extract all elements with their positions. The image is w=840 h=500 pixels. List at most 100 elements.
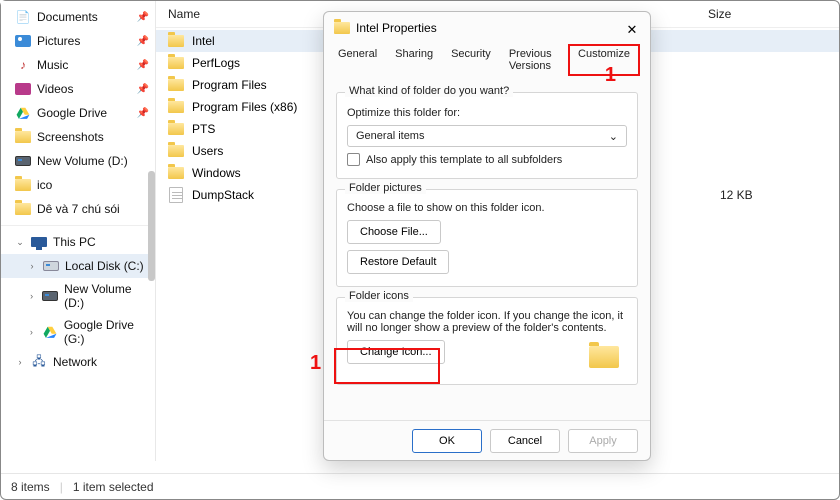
sidebar-item-ico[interactable]: ico xyxy=(1,173,155,197)
column-size[interactable]: Size xyxy=(678,7,798,21)
gdrive-icon xyxy=(42,324,58,340)
sidebar-item-label: Documents xyxy=(37,10,98,24)
tab-strip: General Sharing Security Previous Versio… xyxy=(324,44,650,76)
folder-icon xyxy=(168,121,184,137)
status-count: 8 items xyxy=(11,480,50,494)
folder-icon xyxy=(15,201,31,217)
videos-icon xyxy=(15,81,31,97)
sidebar-item-label: This PC xyxy=(53,235,96,249)
sidebar-item-label: Screenshots xyxy=(37,130,104,144)
chevron-right-icon[interactable]: › xyxy=(15,357,25,367)
music-icon: ♪ xyxy=(15,57,31,73)
folder-icon xyxy=(168,165,184,181)
group-pictures: Folder pictures Choose a file to show on… xyxy=(336,189,638,287)
pictures-icon xyxy=(15,33,31,49)
tab-sharing[interactable]: Sharing xyxy=(391,44,437,76)
choose-file-button[interactable]: Choose File... xyxy=(347,220,441,244)
sidebar-item-label: Network xyxy=(53,355,97,369)
sidebar-item-videos[interactable]: Videos 📌 xyxy=(1,77,155,101)
status-bar: 8 items | 1 item selected xyxy=(1,473,839,499)
sidebar-item-pictures[interactable]: Pictures📌 xyxy=(1,29,155,53)
annotation-box xyxy=(334,348,440,384)
sidebar-item-music[interactable]: ♪ Music 📌 xyxy=(1,53,155,77)
nav-pane: 📄Documents📌 Pictures📌 ♪Music📌 Videos📌 Go… xyxy=(1,1,156,461)
file-size: 12 KB xyxy=(720,188,753,202)
annotation-number: 1 xyxy=(310,352,321,375)
status-selected: 1 item selected xyxy=(73,480,154,494)
disk-icon xyxy=(43,258,59,274)
chevron-right-icon[interactable]: › xyxy=(27,327,36,337)
folder-icon xyxy=(168,99,184,115)
sidebar-item-localdisk[interactable]: › Local Disk (C:) xyxy=(1,254,155,278)
sidebar-item-label: Google Drive xyxy=(37,106,107,120)
icons-hint: You can change the folder icon. If you c… xyxy=(347,310,627,334)
sidebar-item-documents[interactable]: 📄Documents📌 xyxy=(1,5,155,29)
optimize-combo[interactable]: General items ⌄ xyxy=(347,125,627,147)
close-button[interactable]: ✕ xyxy=(622,20,642,40)
tab-general[interactable]: General xyxy=(334,44,381,76)
disk-icon xyxy=(42,288,58,304)
sidebar-item-gdrive-g[interactable]: › Google Drive (G:) xyxy=(1,314,155,350)
sidebar-item-label: Google Drive (G:) xyxy=(64,318,147,346)
annotation-number: 1 xyxy=(605,64,616,87)
file-icon xyxy=(168,187,184,203)
dialog-footer: OK Cancel Apply xyxy=(324,420,650,460)
pin-icon: 📌 xyxy=(137,12,149,23)
cancel-button[interactable]: Cancel xyxy=(490,429,560,453)
pin-icon: 📌 xyxy=(137,84,149,95)
scrollbar-thumb[interactable] xyxy=(148,171,155,281)
sidebar-item-label: Dê và 7 chú sói xyxy=(37,202,120,216)
restore-default-button[interactable]: Restore Default xyxy=(347,250,449,274)
folder-icon xyxy=(168,143,184,159)
pc-icon xyxy=(31,234,47,250)
chevron-right-icon[interactable]: › xyxy=(27,261,37,271)
checkbox-icon xyxy=(347,153,360,166)
chevron-down-icon[interactable]: ⌄ xyxy=(15,237,25,248)
pin-icon: 📌 xyxy=(137,108,149,119)
group-kind: What kind of folder do you want? Optimiz… xyxy=(336,92,638,179)
tab-security[interactable]: Security xyxy=(447,44,495,76)
folder-icon xyxy=(168,77,184,93)
sidebar-item-label: New Volume (D:) xyxy=(64,282,147,310)
pin-icon: 📌 xyxy=(137,60,149,71)
pictures-hint: Choose a file to show on this folder ico… xyxy=(347,202,627,214)
sidebar-item-label: ico xyxy=(37,178,52,192)
chevron-down-icon: ⌄ xyxy=(609,130,618,143)
folder-icon xyxy=(168,55,184,71)
apply-button[interactable]: Apply xyxy=(568,429,638,453)
sidebar-item-gdrive[interactable]: Google Drive 📌 xyxy=(1,101,155,125)
sidebar-item-label: Videos xyxy=(37,82,73,96)
gdrive-icon xyxy=(15,105,31,121)
folder-preview-icon xyxy=(589,346,619,368)
sidebar-item-newvol-d[interactable]: › New Volume (D:) xyxy=(1,278,155,314)
sidebar-item-label: Music xyxy=(37,58,68,72)
sidebar-item-thispc[interactable]: ⌄ This PC xyxy=(1,230,155,254)
folder-icon xyxy=(334,20,350,36)
sidebar-item-newvol[interactable]: New Volume (D:) xyxy=(1,149,155,173)
group-label: Folder pictures xyxy=(345,182,426,194)
sidebar-item-label: Local Disk (C:) xyxy=(65,259,144,273)
dialog-body: What kind of folder do you want? Optimiz… xyxy=(324,76,650,385)
sidebar-item-network[interactable]: › 🖧 Network xyxy=(1,350,155,374)
combo-value: General items xyxy=(356,130,424,142)
chevron-right-icon[interactable]: › xyxy=(27,291,36,301)
sidebar-item-label: New Volume (D:) xyxy=(37,154,128,168)
group-label: What kind of folder do you want? xyxy=(345,85,513,97)
also-apply-checkbox[interactable]: Also apply this template to all subfolde… xyxy=(347,153,627,166)
tab-previous-versions[interactable]: Previous Versions xyxy=(505,44,558,76)
sidebar-item-screenshots[interactable]: Screenshots xyxy=(1,125,155,149)
dialog-title-text: Intel Properties xyxy=(356,21,437,35)
dialog-titlebar[interactable]: Intel Properties xyxy=(324,12,650,44)
folder-icon xyxy=(168,33,184,49)
separator xyxy=(1,225,155,226)
pin-icon: 📌 xyxy=(137,36,149,47)
group-label: Folder icons xyxy=(345,290,413,302)
properties-dialog: Intel Properties ✕ General Sharing Secur… xyxy=(323,11,651,461)
sidebar-item-folder[interactable]: Dê và 7 chú sói xyxy=(1,197,155,221)
folder-icon xyxy=(15,129,31,145)
ok-button[interactable]: OK xyxy=(412,429,482,453)
network-icon: 🖧 xyxy=(31,354,47,370)
optimize-label: Optimize this folder for: xyxy=(347,107,627,119)
disk-icon xyxy=(15,153,31,169)
separator: | xyxy=(60,480,63,494)
